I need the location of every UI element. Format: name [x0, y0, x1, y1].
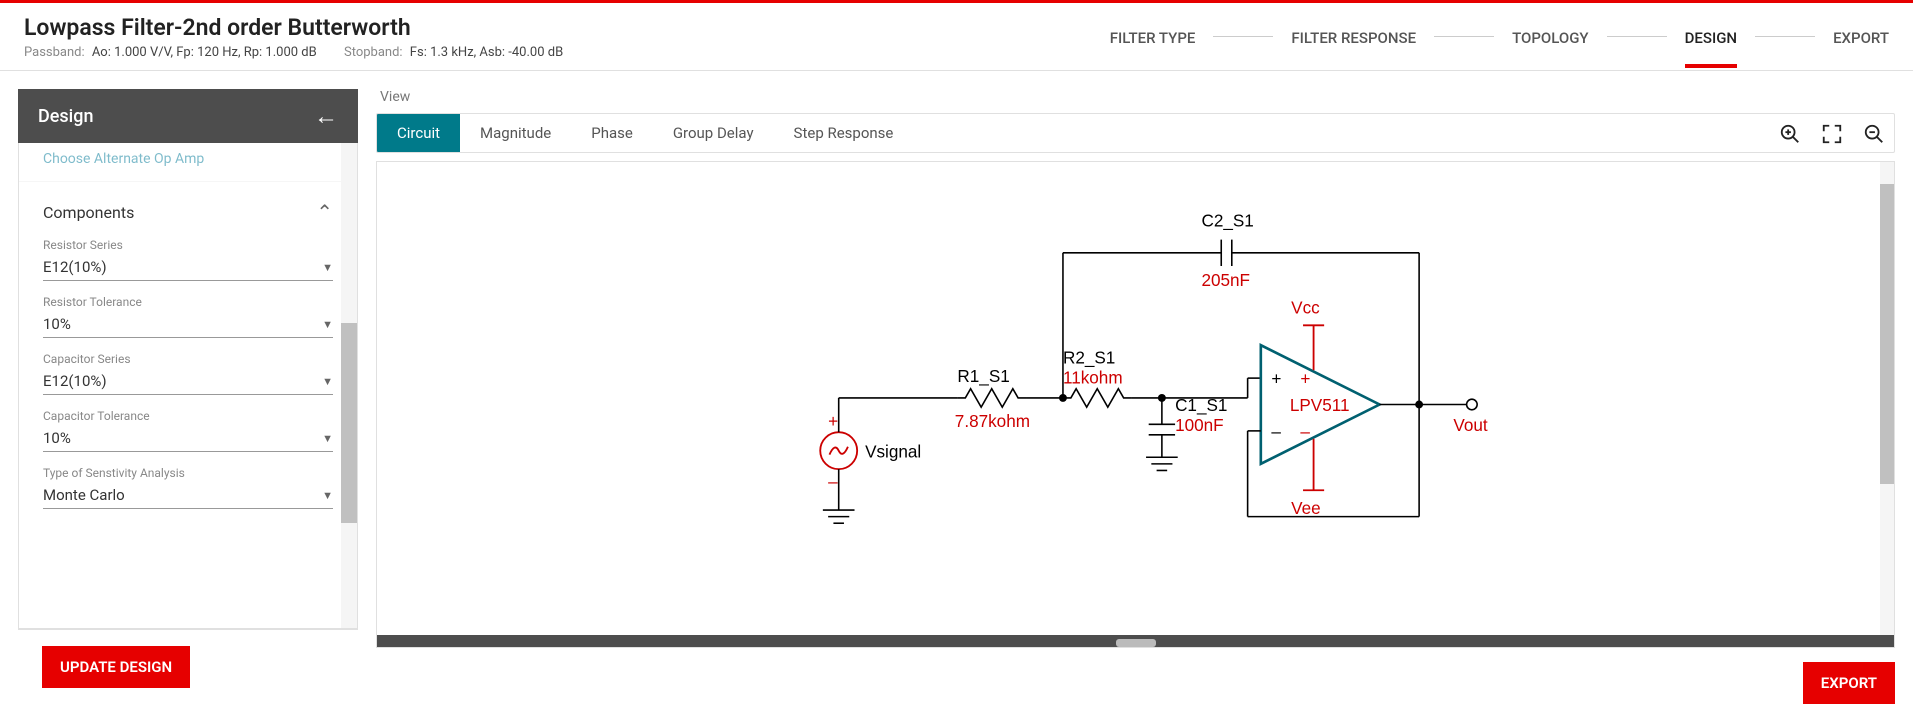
tab-group-delay[interactable]: Group Delay [653, 114, 774, 152]
opamp-plus: + [1271, 369, 1281, 389]
opamp-minus: – [1271, 421, 1281, 441]
caret-down-icon: ▼ [322, 261, 333, 274]
fullscreen-icon[interactable] [1821, 123, 1843, 151]
update-design-button[interactable]: UPDATE DESIGN [42, 646, 190, 688]
zoom-out-icon[interactable] [1863, 123, 1885, 151]
tab-step-response[interactable]: Step Response [774, 114, 914, 152]
r2-name: R2_S1 [1063, 348, 1115, 368]
tab-phase[interactable]: Phase [571, 114, 653, 152]
canvas-vertical-scrollbar[interactable] [1880, 162, 1894, 635]
canvas-vertical-thumb[interactable] [1880, 184, 1894, 484]
canvas-horizontal-scrollbar[interactable] [377, 635, 1894, 647]
stopband-label: Stopband: [344, 45, 403, 60]
view-label: View [376, 89, 1895, 105]
capacitor-tolerance-label: Capacitor Tolerance [43, 409, 333, 423]
components-section-header[interactable]: Components ⌃ [19, 182, 357, 238]
passband-label: Passband: [24, 45, 85, 60]
components-label: Components [43, 203, 134, 222]
sidebar-scrollbar[interactable] [341, 143, 357, 628]
capacitor-tolerance-value: 10% [43, 429, 71, 447]
c1-value: 100nF [1175, 415, 1224, 435]
step-separator [1755, 36, 1815, 37]
step-export[interactable]: EXPORT [1833, 7, 1889, 67]
caret-down-icon: ▼ [322, 432, 333, 445]
step-topology[interactable]: TOPOLOGY [1512, 7, 1589, 67]
chevron-up-icon: ⌃ [316, 200, 333, 224]
vsignal-minus: – [828, 472, 838, 492]
back-arrow-icon[interactable]: ← [314, 102, 338, 131]
sensitivity-analysis-select[interactable]: Monte Carlo ▼ [43, 482, 333, 509]
tab-circuit[interactable]: Circuit [377, 114, 460, 152]
top-bar: Lowpass Filter-2nd order Butterworth Pas… [0, 3, 1913, 71]
vcc-label: Vcc [1291, 297, 1320, 317]
step-separator [1213, 36, 1273, 37]
caret-down-icon: ▼ [322, 489, 333, 502]
zoom-controls [1779, 123, 1885, 151]
capacitor-series-value: E12(10%) [43, 372, 107, 390]
step-separator [1434, 36, 1494, 37]
capacitor-series-select[interactable]: E12(10%) ▼ [43, 368, 333, 395]
vout-label: Vout [1453, 415, 1488, 435]
vsignal-plus: + [828, 411, 838, 431]
resistor-series-select[interactable]: E12(10%) ▼ [43, 254, 333, 281]
opamp-name: LPV511 [1290, 395, 1350, 415]
c2-value: 205nF [1201, 270, 1250, 290]
sensitivity-analysis-label: Type of Senstivity Analysis [43, 466, 333, 480]
circuit-schematic: + – Vsignal R1_S1 7.87kohm [377, 162, 1894, 647]
capacitor-tolerance-select[interactable]: 10% ▼ [43, 425, 333, 452]
page-title: Lowpass Filter-2nd order Butterworth [24, 14, 587, 41]
opamp-plus2: + [1300, 369, 1310, 389]
circuit-canvas[interactable]: + – Vsignal R1_S1 7.87kohm [376, 161, 1895, 648]
subheader: Passband: Ao: 1.000 V/V, Fp: 120 Hz, Rp:… [24, 45, 587, 60]
resistor-series-value: E12(10%) [43, 258, 107, 276]
r1-value: 7.87kohm [955, 411, 1030, 431]
c2-name: C2_S1 [1201, 210, 1253, 230]
capacitor-series-label: Capacitor Series [43, 352, 333, 366]
resistor-tolerance-value: 10% [43, 315, 71, 333]
step-filter-response[interactable]: FILTER RESPONSE [1291, 7, 1416, 67]
sidebar: Design ← Choose Alternate Op Amp Compone… [18, 89, 358, 704]
sidebar-header: Design ← [18, 89, 358, 143]
r2-value: 11kohm [1063, 367, 1123, 387]
export-button[interactable]: EXPORT [1803, 662, 1895, 704]
canvas-horizontal-handle[interactable] [1116, 639, 1156, 647]
caret-down-icon: ▼ [322, 375, 333, 388]
resistor-tolerance-label: Resistor Tolerance [43, 295, 333, 309]
stopband-value: Fs: 1.3 kHz, Asb: -40.00 dB [410, 45, 563, 60]
step-filter-type[interactable]: FILTER TYPE [1110, 7, 1196, 67]
view-tabs: Circuit Magnitude Phase Group Delay Step… [376, 113, 1895, 153]
vsignal-label: Vsignal [865, 441, 921, 461]
sidebar-title: Design [38, 106, 93, 127]
passband-value: Ao: 1.000 V/V, Fp: 120 Hz, Rp: 1.000 dB [92, 45, 317, 60]
content-area: View Circuit Magnitude Phase Group Delay… [376, 89, 1895, 704]
r1-name: R1_S1 [957, 366, 1009, 386]
resistor-series-label: Resistor Series [43, 238, 333, 252]
tab-magnitude[interactable]: Magnitude [460, 114, 571, 152]
resistor-tolerance-select[interactable]: 10% ▼ [43, 311, 333, 338]
zoom-in-icon[interactable] [1779, 123, 1801, 151]
vee-label: Vee [1291, 498, 1321, 518]
choose-alt-opamp-link[interactable]: Choose Alternate Op Amp [19, 143, 357, 182]
step-design[interactable]: DESIGN [1685, 7, 1737, 67]
stepper: FILTER TYPE FILTER RESPONSE TOPOLOGY DES… [1110, 7, 1889, 67]
step-separator [1607, 36, 1667, 37]
caret-down-icon: ▼ [322, 318, 333, 331]
opamp-minus2: – [1300, 421, 1310, 441]
sidebar-scroll-thumb[interactable] [341, 323, 357, 523]
sensitivity-analysis-value: Monte Carlo [43, 486, 125, 504]
